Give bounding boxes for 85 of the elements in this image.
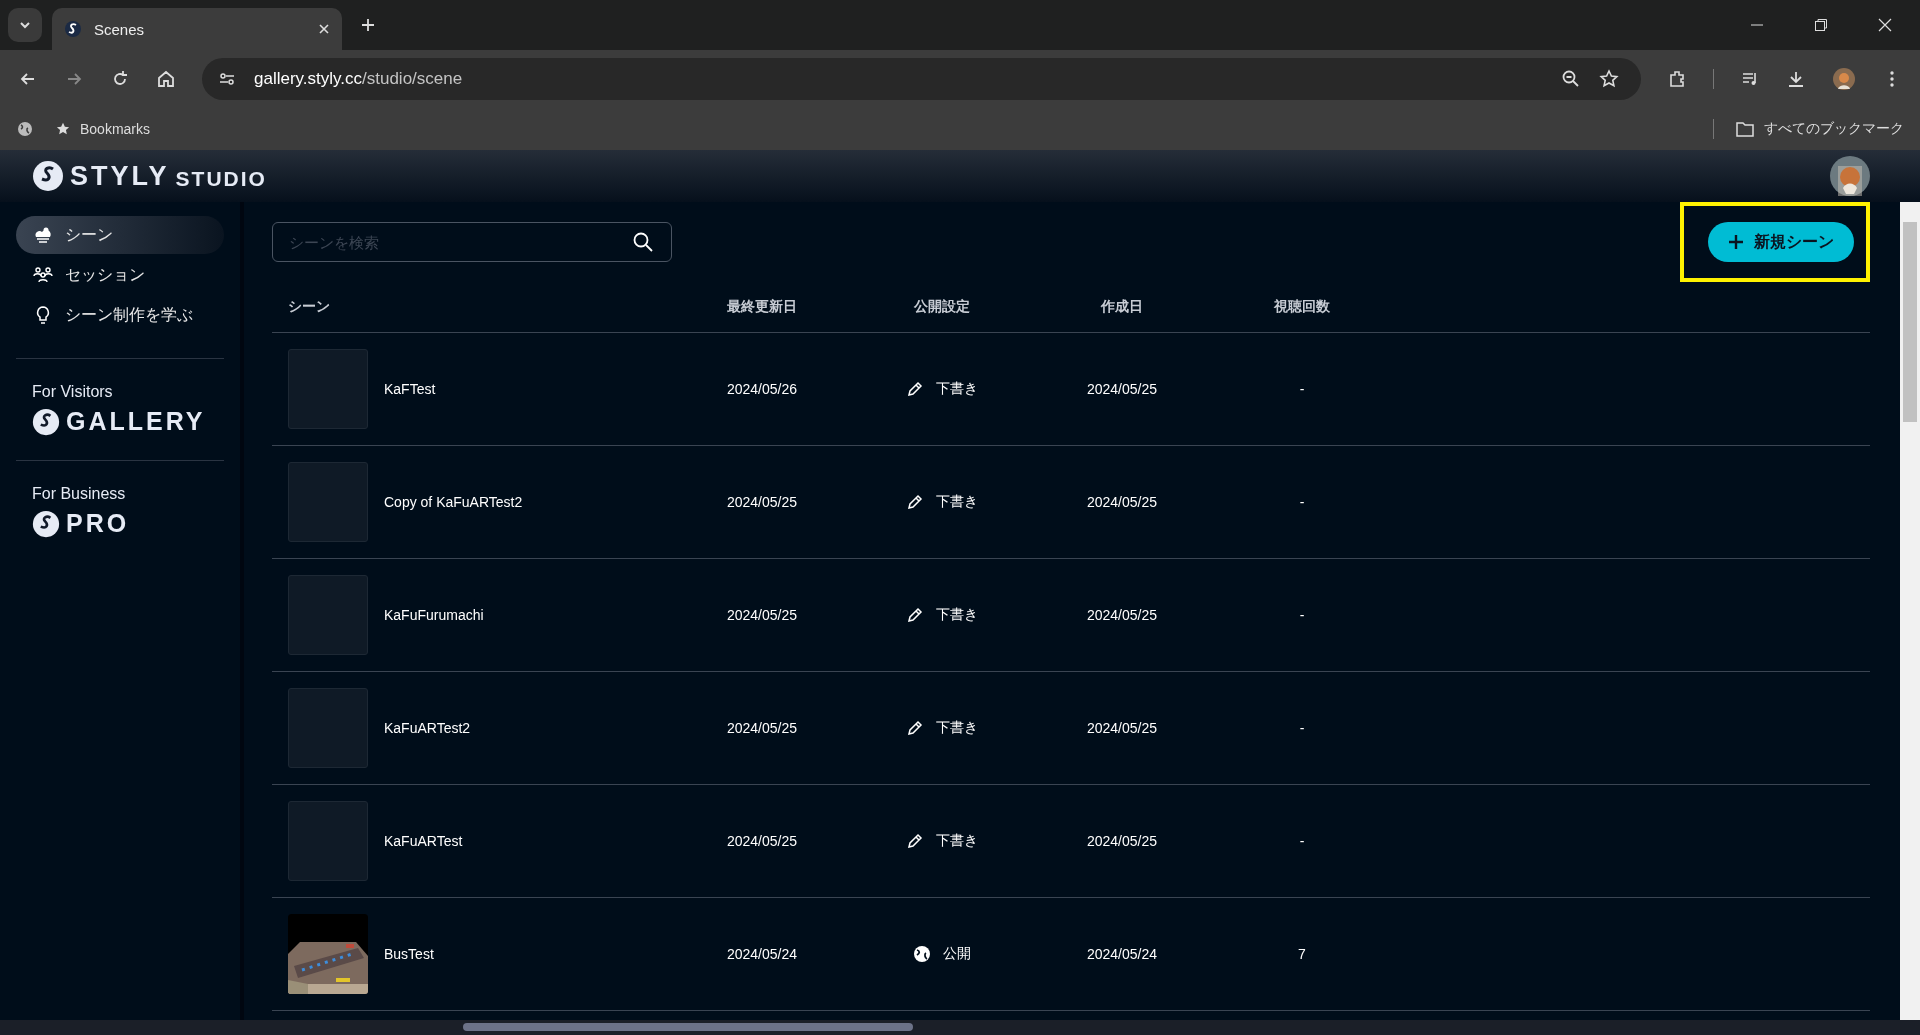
plus-icon [1728,234,1744,250]
scene-name[interactable]: KaFuARTest2 [384,720,471,736]
status-label: 下書き [936,832,978,850]
scene-name[interactable]: KaFTest [384,381,436,397]
restore-icon[interactable] [1814,18,1828,32]
user-avatar[interactable] [1830,156,1870,196]
table-cell-text: 2024/05/25 [1085,607,1159,623]
search-icon[interactable] [632,231,654,253]
column-header[interactable]: 最終更新日 [672,298,852,316]
bookmarks-item[interactable]: Bookmarks [56,120,151,137]
table-cell-text: - [1298,720,1306,736]
pencil-icon [906,832,924,850]
brand-link[interactable]: PRO [66,509,130,538]
section-caption: For Business [32,485,127,503]
sidebar-item[interactable]: シーン [16,216,224,254]
column-header[interactable]: シーン [272,298,672,316]
all-bookmarks-item[interactable]: すべてのブックマーク [1736,119,1904,138]
bookmark-star-icon[interactable] [1599,68,1619,89]
table-cell-text: - [1298,833,1306,849]
tab-title: Scenes [94,20,146,38]
bookmarks-label: Bookmarks [80,120,151,137]
scene-name[interactable]: Copy of KaFuARTest2 [384,494,523,510]
status-label: 下書き [936,719,978,737]
close-icon[interactable] [318,23,330,35]
status-label: 公開 [943,945,971,963]
pencil-icon [906,493,924,511]
all-bookmarks-label: すべてのブックマーク [1764,119,1904,138]
table-cell-text: - [1298,607,1306,623]
tab-search-button[interactable] [8,8,42,42]
pencil-icon [906,606,924,624]
column-header[interactable]: 作成日 [1032,298,1212,316]
logo-text: STYLY [70,160,170,192]
folder-icon [1736,120,1754,137]
status-label: 下書き [936,606,978,624]
status-label: 下書き [936,380,978,398]
column-header[interactable]: 公開設定 [852,298,1032,316]
address-bar[interactable]: gallery.styly.cc/studio/scene [202,57,1641,100]
table-cell-text: 7 [1297,946,1307,962]
browser-tab[interactable]: Scenes [52,8,342,50]
status-label: 下書き [936,493,978,511]
people-icon [33,265,53,285]
styly-logo-icon [64,20,82,38]
globe-icon[interactable] [16,119,34,138]
pencil-icon [906,380,924,398]
table-cell-text: 2024/05/25 [1085,494,1159,510]
sidebar-item[interactable]: セッション [16,256,224,294]
table-cell-text: 2024/05/25 [725,607,799,623]
column-header[interactable]: 視聴回数 [1212,298,1392,316]
new-tab-icon[interactable] [360,17,376,33]
table-cell-text: 2024/05/25 [725,494,799,510]
scene-name[interactable]: KaFuARTest [384,833,463,849]
table-cell-text: - [1298,494,1306,510]
globe-icon [913,945,931,963]
close-icon[interactable] [1878,18,1892,32]
section-caption: For Visitors [32,383,114,401]
styly-logo-icon [32,509,60,538]
extensions-icon[interactable] [1667,68,1687,89]
table-cell-text: 2024/05/26 [725,381,799,397]
sidebar-item[interactable]: シーン制作を学ぶ [16,296,224,334]
scene-name[interactable]: KaFuFurumachi [384,607,484,623]
table-cell-text: 2024/05/25 [1085,381,1159,397]
url-text: gallery.styly.cc/studio/scene [254,68,463,89]
scene-name[interactable]: BusTest [384,946,434,962]
zoom-out-icon[interactable] [1561,68,1581,89]
table-cell-text: 2024/05/24 [1085,946,1159,962]
new-scene-button[interactable]: 新規シーン [1708,222,1854,262]
table-cell-text: 2024/05/25 [1085,720,1159,736]
table-cell-text: 2024/05/25 [725,833,799,849]
styly-logo-icon [32,160,64,192]
profile-avatar-icon[interactable] [1832,66,1856,91]
pencil-icon [906,719,924,737]
logo-subtext: STUDIO [175,166,267,191]
horizontal-scrollbar[interactable] [463,1023,913,1031]
vertical-scrollbar[interactable] [1900,202,1920,1020]
chevron-down-icon [19,19,31,31]
search-field[interactable]: シーンを検索 [272,222,672,262]
table-cell-text: 2024/05/25 [1085,833,1159,849]
cloud-icon [33,225,53,245]
home-icon[interactable] [156,68,176,89]
table-cell-text: 2024/05/24 [725,946,799,962]
brand-link[interactable]: GALLERY [66,407,206,436]
table-cell-text: - [1298,381,1306,397]
styly-logo-icon [32,407,60,436]
table-cell-text: 2024/05/25 [725,720,799,736]
star-icon [56,121,70,136]
